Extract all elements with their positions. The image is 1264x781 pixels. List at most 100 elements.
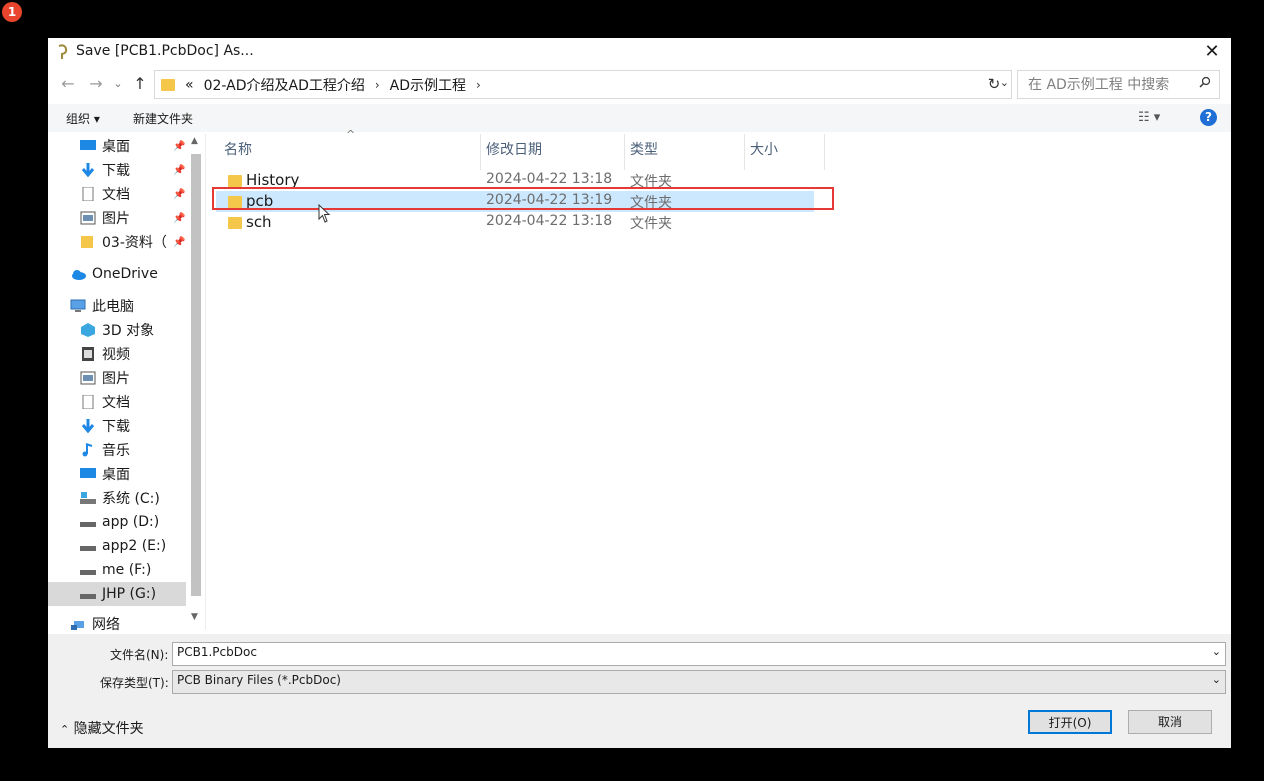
- breadcrumb-item[interactable]: 02-AD介绍及AD工程介绍: [204, 75, 365, 95]
- folder-icon: [228, 175, 242, 187]
- scroll-up-icon[interactable]: ▲: [191, 136, 198, 146]
- address-bar[interactable]: « 02-AD介绍及AD工程介绍 › AD示例工程 › ⌄: [154, 70, 1012, 99]
- breadcrumb-overflow[interactable]: «: [185, 77, 194, 93]
- nav-item[interactable]: 3D 对象: [48, 318, 204, 342]
- search-icon[interactable]: [1199, 76, 1211, 88]
- recent-dropdown-icon[interactable]: ⌄: [108, 74, 128, 94]
- column-header-name[interactable]: 名称: [224, 138, 252, 166]
- nav-item-this-pc[interactable]: 此电脑: [48, 294, 204, 318]
- download-icon: [81, 419, 95, 433]
- nav-item[interactable]: 下载: [48, 414, 204, 438]
- chevron-down-icon[interactable]: ⌄: [1212, 673, 1221, 686]
- video-icon: [82, 347, 94, 361]
- refresh-icon[interactable]: ↻: [984, 74, 1004, 94]
- filetype-value: PCB Binary Files (*.PcbDoc): [177, 673, 341, 687]
- folder-icon: [228, 217, 242, 229]
- hide-folders-label: 隐藏文件夹: [73, 721, 144, 737]
- back-icon[interactable]: ←: [58, 74, 78, 94]
- scroll-thumb[interactable]: [191, 154, 201, 596]
- nav-item[interactable]: 文档 📌: [48, 182, 204, 206]
- picture-icon: [80, 211, 96, 225]
- nav-item[interactable]: 桌面 📌: [48, 134, 204, 158]
- chevron-up-icon: ⌃: [60, 723, 70, 736]
- forward-icon[interactable]: →: [86, 74, 106, 94]
- nav-item[interactable]: 音乐: [48, 438, 204, 462]
- nav-item[interactable]: 桌面: [48, 462, 204, 486]
- open-button[interactable]: 打开(O): [1028, 710, 1112, 734]
- nav-item[interactable]: app2 (E:): [48, 534, 204, 558]
- nav-item[interactable]: app (D:): [48, 510, 204, 534]
- close-icon[interactable]: ✕: [1201, 41, 1223, 63]
- hide-folders-toggle[interactable]: ⌃ 隐藏文件夹: [60, 718, 144, 738]
- search-input[interactable]: [1026, 71, 1200, 98]
- nav-item[interactable]: 视频: [48, 342, 204, 366]
- cancel-button[interactable]: 取消: [1128, 710, 1212, 734]
- document-icon: [82, 395, 94, 409]
- organize-button[interactable]: 组织 ▾: [66, 110, 100, 127]
- column-header-size[interactable]: 大小: [750, 138, 778, 166]
- nav-item[interactable]: me (F:): [48, 558, 204, 582]
- drive-icon: [80, 594, 96, 599]
- drive-icon: [80, 522, 96, 527]
- download-icon: [81, 163, 95, 177]
- address-row: ← → ⌄ ↑ « 02-AD介绍及AD工程介绍 › AD示例工程 › ⌄ ↻: [48, 70, 1231, 100]
- nav-scrollbar[interactable]: ▲ ▼: [188, 134, 202, 634]
- command-bar: 组织 ▾ 新建文件夹 ☷ ▾ ?: [48, 104, 1231, 132]
- nav-item[interactable]: 下载 📌: [48, 158, 204, 182]
- app-icon: [58, 44, 68, 59]
- 3d-objects-icon: [81, 323, 95, 337]
- column-header-type[interactable]: 类型: [630, 138, 658, 166]
- music-icon: [82, 443, 93, 457]
- column-divider[interactable]: [744, 134, 745, 170]
- nav-item[interactable]: 图片: [48, 366, 204, 390]
- save-form: 文件名(N): PCB1.PcbDoc ⌄ 保存类型(T): PCB Binar…: [48, 634, 1231, 748]
- filename-field[interactable]: PCB1.PcbDoc ⌄: [172, 642, 1226, 666]
- nav-item-network[interactable]: 网络: [48, 612, 204, 634]
- pin-icon: 📌: [173, 212, 186, 224]
- pin-icon: 📌: [173, 140, 186, 152]
- up-icon[interactable]: ↑: [130, 74, 150, 94]
- file-date: 2024-04-22 13:18: [486, 213, 613, 229]
- nav-item[interactable]: 系统 (C:): [48, 486, 204, 510]
- system-drive-icon: [80, 492, 96, 504]
- step-badge: 1: [2, 2, 22, 22]
- computer-icon: [70, 299, 86, 312]
- help-icon[interactable]: ?: [1200, 109, 1217, 126]
- desktop-icon: [80, 140, 96, 150]
- filetype-select[interactable]: PCB Binary Files (*.PcbDoc) ⌄: [172, 670, 1226, 694]
- nav-item[interactable]: 文档: [48, 390, 204, 414]
- column-header-date[interactable]: 修改日期: [486, 138, 542, 166]
- file-row[interactable]: sch 2024-04-22 13:18 文件夹: [216, 212, 814, 233]
- pin-icon: 📌: [173, 236, 186, 248]
- nav-item[interactable]: 图片 📌: [48, 206, 204, 230]
- nav-item[interactable]: 03-资料（ 📌: [48, 230, 204, 254]
- chevron-down-icon[interactable]: ⌄: [1212, 645, 1221, 658]
- search-box[interactable]: [1017, 70, 1220, 99]
- file-type: 文件夹: [630, 216, 672, 232]
- view-options-icon[interactable]: ☷ ▾: [1138, 110, 1160, 125]
- sort-arrow-icon: ^: [346, 128, 356, 141]
- chevron-right-icon[interactable]: ›: [476, 78, 481, 92]
- nav-item-selected[interactable]: JHP (G:): [48, 582, 186, 606]
- drive-icon: [80, 570, 96, 575]
- document-icon: [82, 187, 94, 201]
- breadcrumb-item[interactable]: AD示例工程: [390, 75, 466, 95]
- network-icon: [71, 621, 84, 630]
- scroll-down-icon[interactable]: ▼: [191, 612, 198, 622]
- filetype-label: 保存类型(T):: [100, 676, 169, 690]
- save-as-dialog: Save [PCB1.PcbDoc] As... ✕ ← → ⌄ ↑ « 02-…: [48, 38, 1231, 748]
- chevron-right-icon[interactable]: ›: [375, 78, 380, 92]
- window-title: Save [PCB1.PcbDoc] As...: [76, 43, 254, 59]
- column-divider[interactable]: [480, 134, 481, 170]
- file-date: 2024-04-22 13:18: [486, 171, 613, 187]
- filename-value: PCB1.PcbDoc: [177, 645, 257, 659]
- nav-item-onedrive[interactable]: OneDrive: [48, 262, 204, 286]
- new-folder-button[interactable]: 新建文件夹: [133, 110, 193, 127]
- file-name: sch: [246, 213, 272, 231]
- desktop-icon: [80, 468, 96, 478]
- mouse-cursor-icon: [318, 204, 331, 223]
- column-divider[interactable]: [624, 134, 625, 170]
- pin-icon: 📌: [173, 188, 186, 200]
- title-bar: Save [PCB1.PcbDoc] As... ✕: [48, 38, 1231, 66]
- column-divider[interactable]: [824, 134, 825, 170]
